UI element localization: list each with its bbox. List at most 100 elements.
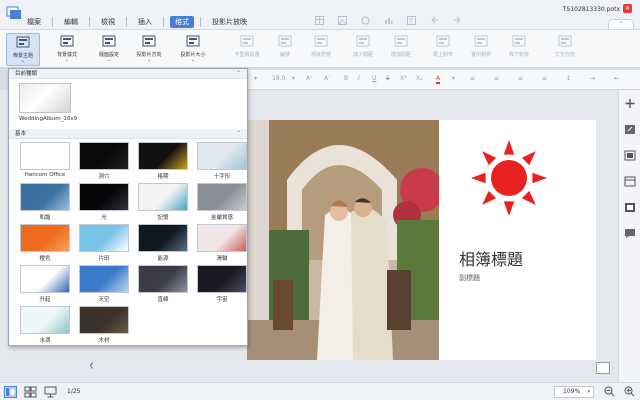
image-icon[interactable]	[338, 16, 347, 25]
collapse-ribbon-button[interactable]: ⌃	[608, 19, 634, 29]
close-button[interactable]: ✕	[623, 4, 632, 13]
ribbon-button[interactable]: 佈景主題 ⌄	[6, 33, 40, 66]
theme-thumbnail[interactable]	[79, 306, 129, 334]
theme-thumbnail[interactable]	[197, 224, 247, 252]
theme-thumbnail[interactable]	[138, 142, 188, 170]
slide-title[interactable]: 相簿標題	[459, 246, 523, 270]
menu-item[interactable]: 編輯	[59, 16, 83, 28]
collapse-chevron-icon[interactable]: ⌃	[236, 129, 241, 139]
scroll-left-arrow-icon[interactable]: ❮	[89, 362, 97, 372]
shape-icon[interactable]	[361, 16, 370, 25]
line-spacing-icon[interactable]: ↕	[566, 75, 571, 82]
collapse-chevron-icon[interactable]: ⌃	[236, 69, 241, 79]
chart-icon[interactable]	[384, 16, 393, 25]
image-properties-icon[interactable]	[624, 150, 636, 161]
ribbon-button[interactable]: 投影片大小 ⌄	[176, 33, 210, 66]
theme-thumbnail[interactable]	[197, 265, 247, 293]
decrease-font-icon[interactable]: A⁻	[324, 75, 331, 82]
font-color-dropdown-icon[interactable]: ▾	[452, 75, 455, 82]
menu-item[interactable]: 檔案	[22, 16, 46, 28]
ribbon-button[interactable]: 版面設定 ⌄	[92, 33, 126, 66]
ribbon-button[interactable]: 減少間距	[346, 33, 380, 66]
theme-thumbnail[interactable]	[138, 265, 188, 293]
add-icon[interactable]	[624, 98, 636, 109]
ribbon-dropdown-icon[interactable]: ⌄	[132, 58, 166, 63]
table-icon[interactable]	[315, 16, 324, 25]
font-size-dropdown-icon[interactable]: ▾	[292, 75, 295, 82]
theme-item[interactable]: 天空	[78, 265, 130, 306]
zoom-select[interactable]: 109% ▾	[554, 386, 594, 398]
ribbon-dropdown-icon[interactable]: ⌄	[7, 59, 39, 64]
ribbon-button[interactable]: 靠上對齊	[426, 33, 460, 66]
comment-icon[interactable]	[624, 228, 636, 239]
theme-item[interactable]: Hancom Office	[19, 142, 71, 183]
theme-item[interactable]: 光	[78, 183, 130, 224]
ribbon-button[interactable]: 項目符號	[304, 33, 338, 66]
theme-item[interactable]: 橙色	[19, 224, 71, 265]
ribbon-button[interactable]: 文字方向	[548, 33, 582, 66]
underline-icon[interactable]: U	[372, 75, 376, 82]
theme-item[interactable]: 滑輪	[196, 224, 248, 265]
slide-subtitle[interactable]: 副標題	[459, 273, 480, 283]
slide-panel-icon[interactable]	[624, 202, 636, 213]
ribbon-button[interactable]: 字型和段落	[230, 33, 264, 66]
indent-icon[interactable]: ⇥	[590, 75, 595, 82]
theme-item[interactable]: 能源	[137, 224, 189, 265]
theme-item[interactable]: 升起	[19, 265, 71, 306]
theme-thumbnail[interactable]	[79, 183, 129, 211]
theme-item[interactable]: 記憶	[137, 183, 189, 224]
slide-sorter-view-icon[interactable]	[24, 386, 37, 398]
textbox-icon[interactable]: T	[407, 16, 416, 25]
theme-item[interactable]: 十字形	[196, 142, 248, 183]
subscript-icon[interactable]: X₂	[416, 75, 423, 82]
ribbon-dropdown-icon[interactable]: ⌄	[92, 58, 126, 63]
slide[interactable]: 相簿標題 副標題	[247, 120, 596, 360]
font-color-icon[interactable]: A	[436, 75, 441, 84]
theme-thumbnail[interactable]	[197, 183, 247, 211]
outdent-icon[interactable]: ⇤	[614, 75, 619, 82]
superscript-icon[interactable]: X²	[400, 75, 407, 82]
align-right-icon[interactable]: ≡	[518, 75, 523, 82]
ribbon-button[interactable]: 投影片方向 ⌄	[132, 33, 166, 66]
align-center-icon[interactable]: ≡	[494, 75, 499, 82]
theme-item[interactable]: 和諧	[19, 183, 71, 224]
theme-thumbnail[interactable]	[20, 265, 70, 293]
edit-slide-icon[interactable]	[624, 124, 636, 135]
normal-view-icon[interactable]	[4, 386, 17, 398]
bold-icon[interactable]: B	[344, 75, 348, 82]
ribbon-button[interactable]: 編號	[268, 33, 302, 66]
theme-thumbnail[interactable]	[20, 306, 70, 334]
sun-shape[interactable]	[469, 138, 549, 218]
menu-item[interactable]: 插入	[133, 16, 157, 28]
ribbon-dropdown-icon[interactable]: ⌄	[50, 58, 84, 63]
strikethrough-icon[interactable]: S	[386, 75, 390, 82]
zoom-in-icon[interactable]	[624, 386, 635, 397]
zoom-dropdown-icon[interactable]: ▾	[587, 387, 590, 397]
ribbon-dropdown-icon[interactable]: ⌄	[176, 58, 210, 63]
italic-icon[interactable]: I	[358, 75, 360, 82]
theme-thumbnail[interactable]	[138, 224, 188, 252]
theme-item[interactable]: 宇宙	[196, 265, 248, 306]
justify-icon[interactable]: ≡	[542, 75, 547, 82]
ribbon-button[interactable]: 靠下對齊	[502, 33, 536, 66]
menu-item[interactable]: 格式	[170, 16, 194, 28]
ribbon-button[interactable]: 增加間距	[384, 33, 418, 66]
theme-item[interactable]: 金屬質感	[196, 183, 248, 224]
theme-item[interactable]: 格期	[137, 142, 189, 183]
current-theme-header[interactable]: 目前種類 ⌃	[9, 69, 247, 79]
basic-themes-header[interactable]: 基本 ⌃	[9, 129, 247, 139]
undo-icon[interactable]	[430, 16, 439, 25]
theme-thumbnail[interactable]	[20, 183, 70, 211]
font-name-input[interactable]: ▾	[254, 75, 257, 82]
theme-item[interactable]: 片田	[78, 224, 130, 265]
menu-item[interactable]: 投影片放映	[207, 16, 252, 28]
theme-item[interactable]: 水滴	[19, 306, 71, 347]
redo-icon[interactable]	[453, 16, 462, 25]
ribbon-button[interactable]: 背景樣式 ⌄	[50, 33, 84, 66]
zoom-out-icon[interactable]	[604, 386, 615, 397]
font-size-input[interactable]: 18.0	[272, 75, 285, 82]
theme-thumbnail[interactable]	[20, 224, 70, 252]
theme-item[interactable]: 木材	[78, 306, 130, 347]
layout-properties-icon[interactable]	[624, 176, 636, 187]
notes-icon[interactable]	[596, 362, 610, 374]
